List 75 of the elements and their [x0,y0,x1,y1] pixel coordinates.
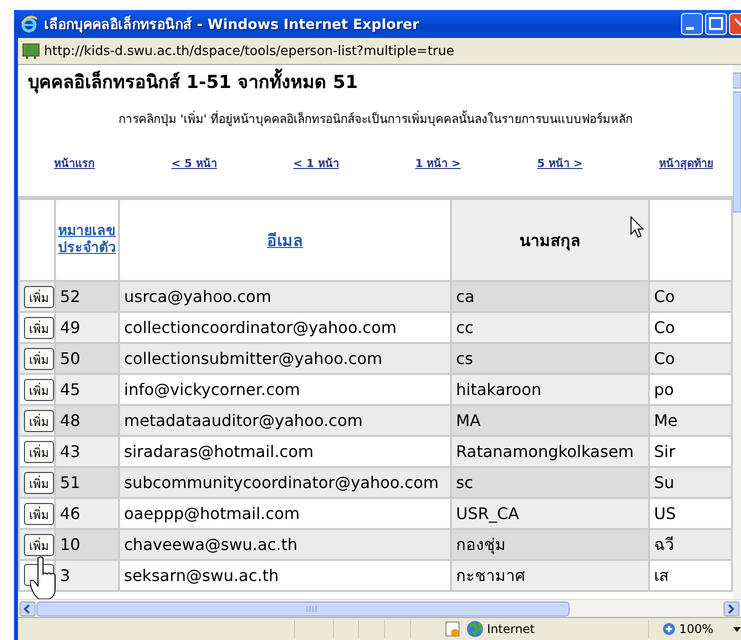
table-cell: collectioncoordinator@yahoo.com [120,313,450,342]
table-cell: chaveewa@swu.ac.th [120,530,450,559]
pager-link[interactable]: < 5 หน้า [171,154,217,172]
table-cell: Me [650,406,731,435]
table-cell: Su [650,468,731,497]
page-heading: บุคคลอิเล็กทรอนิกส์ 1-51 จากทั้งหมด 51 [18,65,741,95]
pager-link[interactable]: หน้าแรก [54,154,95,172]
add-button[interactable]: เพิ่ม [24,286,54,308]
address-text: http://kids-d.swu.ac.th/dspace/tools/eperson-list?multiple=true [44,44,454,58]
table-cell: Co [650,282,731,311]
table-cell: 49 [56,313,118,342]
table-cell: 52 [56,282,118,311]
table-cell: usrca@yahoo.com [120,282,450,311]
maximize-button[interactable] [705,13,727,35]
table-cell: cc [452,313,648,342]
browser-icon [20,15,38,33]
caret-icon[interactable] [733,626,741,632]
horizontal-scrollbar[interactable] [18,600,741,616]
table-cell: cs [452,344,648,373]
table-cell: hitakaroon [452,375,648,404]
table-cell: ฉวี [650,530,731,559]
add-button[interactable]: เพิ่ม [24,440,54,462]
table-cell: เส [650,561,731,590]
table-cell: ca [452,282,648,311]
column-header-link[interactable]: อีเมล [267,228,303,252]
table-cell: Co [650,313,731,342]
column-header: นามสกุล [520,230,580,250]
table-cell: 50 [56,344,118,373]
add-button[interactable]: เพิ่ม [24,410,54,432]
pager-link[interactable]: 1 หน้า > [415,154,461,172]
table-cell: 48 [56,406,118,435]
close-button[interactable] [729,13,741,35]
vertical-scrollbar[interactable] [733,65,741,599]
table-cell: oaeppp@hotmail.com [120,499,450,528]
zone-label: Internet [487,622,536,636]
table-cell: 51 [56,468,118,497]
globe-icon [466,620,484,638]
pager-link[interactable]: 5 หน้า > [537,154,583,172]
pager-link[interactable]: < 1 หน้า [293,154,339,172]
table-cell: US [650,499,731,528]
table-cell: 46 [56,499,118,528]
table-cell: subcommunitycoordinator@yahoo.com [120,468,450,497]
table-cell: seksarn@swu.ac.th [120,561,450,590]
pointer-icon [630,216,644,238]
table-cell: MA [452,406,648,435]
table-cell: กองชุ่ม [452,530,648,559]
table-cell: po [650,375,731,404]
table-cell: Ratanamongkolkasem [452,437,648,466]
table-cell: 3 [56,561,118,590]
table-cell: collectionsubmitter@yahoo.com [120,344,450,373]
zoom-icon[interactable] [662,622,676,636]
table-cell: กะชามาศ [452,561,648,590]
table-cell: USR_CA [452,499,648,528]
add-button[interactable]: เพิ่ม [24,472,54,494]
add-button[interactable]: เพิ่ม [24,316,54,338]
table-cell: info@vickycorner.com [120,375,450,404]
table-cell: Sir [650,437,731,466]
table-cell: sc [452,468,648,497]
instruction-text: การคลิกปุ่ม 'เพิ่ม' ที่อยู่หน้าบุคคลอิเล็กทรอนิกส์จะเป็นการเพิ่มบุคคลนั้นลงในรายการบนแบบฟอร์มหลัก [117,109,634,128]
pager-link[interactable]: หน้าสุดท้าย [659,154,713,172]
lock-icon [444,621,460,637]
add-button[interactable]: เพิ่ม [24,378,54,400]
table-cell: siradaras@hotmail.com [120,437,450,466]
add-button[interactable]: เพิ่ม [24,348,54,370]
table-cell: 43 [56,437,118,466]
table-cell: 10 [56,530,118,559]
add-button[interactable]: เพิ่ม [24,502,54,524]
table-cell: 45 [56,375,118,404]
minimize-button[interactable] [681,13,703,35]
table-cell: metadataauditor@yahoo.com [120,406,450,435]
zoom-level[interactable]: 100% [679,622,714,636]
add-button[interactable]: เพิ่ม [24,534,54,556]
page-icon [22,43,40,59]
table-cell: Co [650,344,731,373]
window-title: เลือกบุคคลอิเล็กทรอนิกส์ - Windows Internet Explorer [44,14,420,35]
